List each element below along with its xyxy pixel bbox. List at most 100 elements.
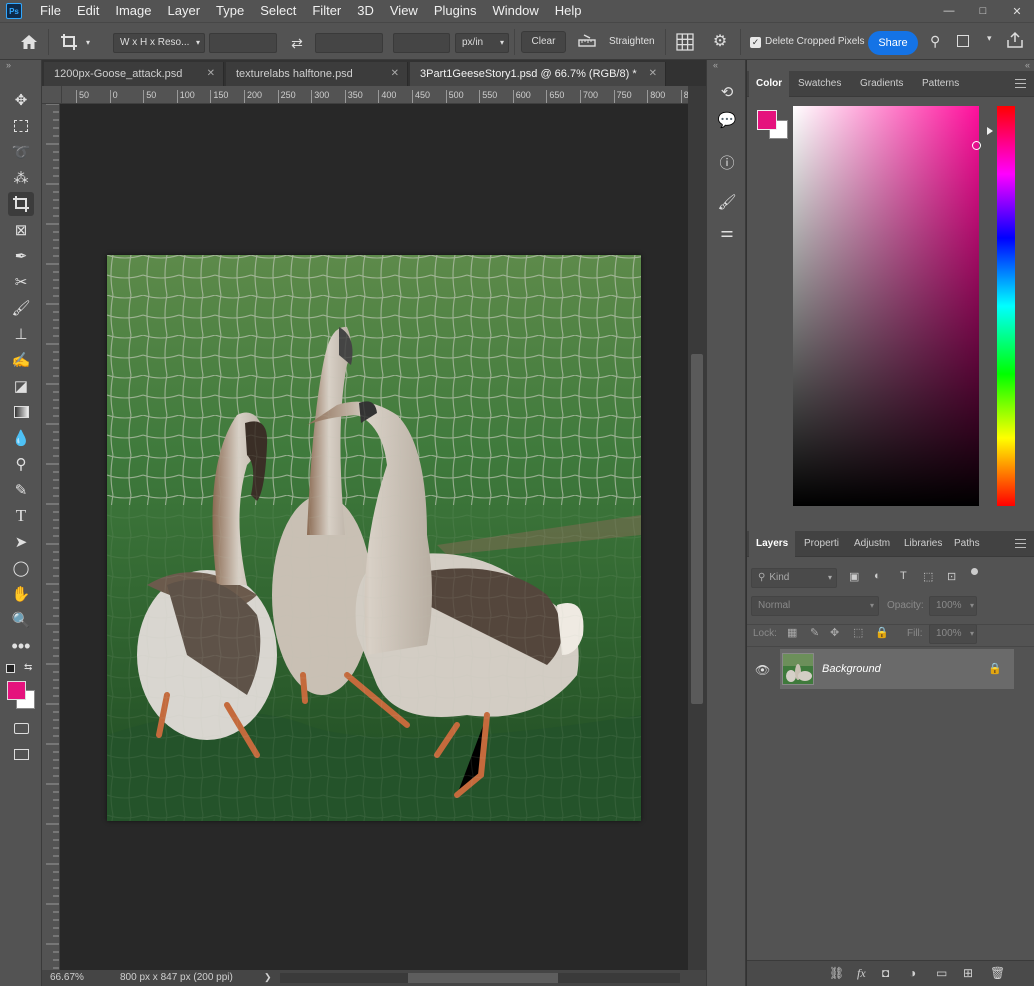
lock-all-icon[interactable]: 🔒 <box>875 626 889 639</box>
horizontal-scroll-thumb[interactable] <box>408 973 558 983</box>
quick-mask-icon[interactable] <box>8 716 34 740</box>
horizontal-scrollbar[interactable] <box>280 973 680 983</box>
share-button[interactable]: Share <box>868 31 918 55</box>
color-picker-field[interactable] <box>793 106 979 506</box>
home-icon[interactable] <box>18 31 40 53</box>
gear-icon[interactable]: ⚙ <box>709 31 731 53</box>
tab-layers[interactable]: Layers <box>749 531 796 557</box>
new-layer-icon[interactable]: ⊞ <box>963 966 973 980</box>
resolution-unit-dropdown[interactable]: px/in ▾ <box>455 33 509 53</box>
tab-gradients[interactable]: Gradients <box>853 71 910 97</box>
filter-adjustment-icon[interactable]: ◐ <box>874 570 881 582</box>
lasso-tool-icon[interactable]: ➰ <box>8 140 34 164</box>
lock-artboard-icon[interactable]: ⬚ <box>853 626 863 639</box>
zoom-level[interactable]: 66.67% <box>50 972 84 983</box>
marquee-tool-icon[interactable] <box>8 114 34 138</box>
canvas-area[interactable] <box>60 104 688 970</box>
tab-properties[interactable]: Properti <box>797 531 847 557</box>
brush-tool-icon[interactable]: 🖌 <box>8 296 34 320</box>
default-colors-icon[interactable] <box>6 664 15 673</box>
menu-edit[interactable]: Edit <box>69 0 107 22</box>
close-icon[interactable]: ✕ <box>391 62 399 86</box>
swap-colors-icon[interactable]: ⇆ <box>24 662 32 673</box>
frame-tool-icon[interactable]: ⊠ <box>8 218 34 242</box>
menu-filter[interactable]: Filter <box>304 0 349 22</box>
menu-window[interactable]: Window <box>484 0 546 22</box>
resolution-input[interactable] <box>393 33 450 53</box>
screen-mode-icon[interactable] <box>8 742 34 766</box>
delete-layer-icon[interactable]: 🗑 <box>990 966 1005 980</box>
tab-paths[interactable]: Paths <box>947 531 987 557</box>
menu-plugins[interactable]: Plugins <box>426 0 485 22</box>
lock-pixels-icon[interactable]: ✎ <box>810 626 819 639</box>
menu-file[interactable]: File <box>32 0 69 22</box>
gradient-tool-icon[interactable] <box>8 400 34 424</box>
vertical-ruler[interactable] <box>42 104 60 970</box>
minimize-button[interactable]: — <box>932 0 966 22</box>
filter-type-icon[interactable]: T <box>900 570 907 582</box>
fx-icon[interactable]: fx <box>857 966 866 981</box>
collapse-toolbar-icon[interactable]: » <box>6 60 11 70</box>
tab-patterns[interactable]: Patterns <box>915 71 966 97</box>
eraser-tool-icon[interactable]: ◪ <box>8 374 34 398</box>
layer-name[interactable]: Background <box>822 649 881 689</box>
height-input[interactable] <box>315 33 383 53</box>
close-window-button[interactable]: ✕ <box>1000 0 1034 22</box>
fill-input[interactable]: 100% ▾ <box>929 624 977 644</box>
delete-cropped-checkbox[interactable]: ✓ <box>750 37 761 48</box>
clear-button[interactable]: Clear <box>521 31 566 53</box>
blend-mode-dropdown[interactable]: Normal ▾ <box>751 596 879 616</box>
menu-select[interactable]: Select <box>252 0 304 22</box>
link-layers-icon[interactable]: ⛓ <box>829 966 844 980</box>
healing-brush-tool-icon[interactable]: ✂ <box>8 270 34 294</box>
brush-settings-icon[interactable]: 🖌 <box>715 190 739 214</box>
filter-shape-icon[interactable]: ⬚ <box>923 570 933 583</box>
adjustment-layer-icon[interactable]: ◑ <box>909 966 916 980</box>
add-mask-icon[interactable]: ◘ <box>882 966 889 980</box>
tab-color[interactable]: Color <box>749 71 790 97</box>
hue-slider-arrow-icon[interactable] <box>987 127 993 135</box>
panel-menu-icon[interactable] <box>1015 79 1026 88</box>
filter-pixel-icon[interactable]: ▣ <box>849 570 859 583</box>
blur-tool-icon[interactable]: 💧 <box>8 426 34 450</box>
info-panel-icon[interactable]: ⓘ <box>715 150 739 174</box>
tab-libraries[interactable]: Libraries <box>897 531 949 557</box>
chevron-down-icon[interactable]: ▾ <box>987 33 992 44</box>
adjustments-sliders-icon[interactable]: ⚌ <box>715 220 739 244</box>
menu-help[interactable]: Help <box>547 0 590 22</box>
opacity-input[interactable]: 100% ▾ <box>929 596 977 616</box>
lock-transparency-icon[interactable]: ▦ <box>787 626 797 639</box>
eyedropper-tool-icon[interactable]: ✒ <box>8 244 34 268</box>
tab-adjustments[interactable]: Adjustm <box>847 531 899 557</box>
horizontal-ruler[interactable]: 50 0 50 100 150 200 250 300 350 400 450 500 550 600 65… <box>62 86 688 104</box>
menu-type[interactable]: Type <box>208 0 252 22</box>
width-input[interactable] <box>209 33 277 53</box>
history-panel-icon[interactable]: ⟲ <box>715 80 739 104</box>
foreground-color-swatch[interactable] <box>757 110 777 130</box>
hue-slider[interactable] <box>997 106 1015 506</box>
menu-3d[interactable]: 3D <box>349 0 382 22</box>
zoom-tool-icon[interactable]: 🔍 <box>8 608 34 632</box>
tab-goose-attack[interactable]: 1200px-Goose_attack.psd ✕ <box>44 62 224 86</box>
grid-overlay-icon[interactable] <box>676 33 696 53</box>
ratio-preset-dropdown[interactable]: W x H x Reso... ▾ <box>113 33 205 53</box>
tab-texturelabs-halftone[interactable]: texturelabs halftone.psd ✕ <box>226 62 408 86</box>
document-info[interactable]: 800 px x 847 px (200 ppi) <box>120 972 233 983</box>
document-image[interactable] <box>107 255 641 821</box>
crop-tool-icon[interactable] <box>8 192 34 216</box>
path-selection-tool-icon[interactable]: ➤ <box>8 530 34 554</box>
close-icon[interactable]: ✕ <box>649 62 657 86</box>
clone-stamp-tool-icon[interactable]: ⊥ <box>8 322 34 346</box>
swap-dimensions-icon[interactable]: ⇄ <box>287 33 307 53</box>
color-picker-marker[interactable] <box>972 141 981 150</box>
crop-tool-preset-icon[interactable]: ▾ <box>60 31 96 53</box>
dodge-tool-icon[interactable]: ⚲ <box>8 452 34 476</box>
new-group-icon[interactable]: ▭ <box>936 966 947 980</box>
export-icon[interactable] <box>1006 31 1026 51</box>
history-brush-tool-icon[interactable]: ✍ <box>8 348 34 372</box>
workspace-icon[interactable] <box>957 35 969 47</box>
type-tool-icon[interactable]: T <box>8 504 34 528</box>
collapse-panels-icon[interactable]: « <box>1025 60 1030 70</box>
filter-toggle-icon[interactable] <box>971 568 978 575</box>
tab-swatches[interactable]: Swatches <box>791 71 848 97</box>
